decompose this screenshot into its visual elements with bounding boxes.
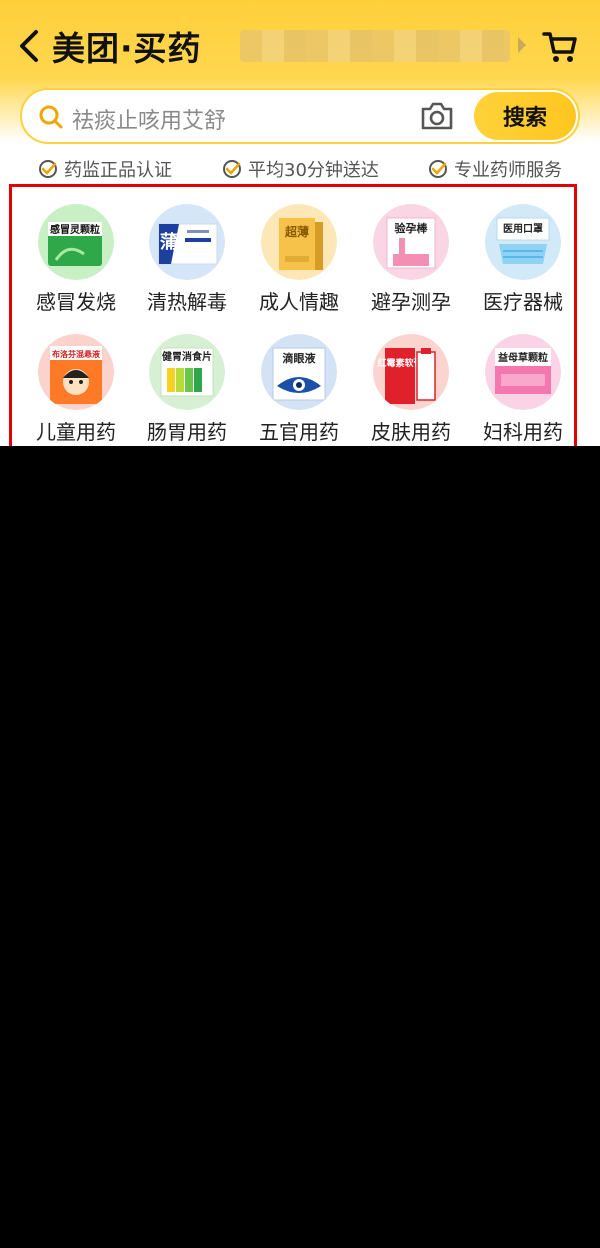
back-arrow-icon[interactable] <box>14 26 44 66</box>
category-highlight-frame <box>9 184 577 446</box>
badge-label: 平均30分钟送达 <box>248 160 379 181</box>
service-badges: 药监正品认证 平均30分钟送达 专业药师服务 <box>0 154 600 184</box>
page-title: 美团·买药 <box>52 29 202 68</box>
chevron-right-icon <box>518 37 526 53</box>
search-icon <box>39 105 63 129</box>
camera-icon[interactable] <box>420 101 454 131</box>
search-bar[interactable]: 祛痰止咳用艾舒 搜索 <box>20 88 580 144</box>
location-selector-blurred[interactable] <box>240 30 510 62</box>
check-circle-icon <box>223 160 241 178</box>
app-screen: 美团·买药 祛痰止咳用艾舒 搜索 药监正品认证 平均30分钟送达 专业药师服务 … <box>0 0 600 446</box>
top-bar: 美团·买药 <box>0 0 600 90</box>
cart-icon[interactable] <box>540 26 580 66</box>
badge-pharmacist: 专业药师服务 <box>428 154 562 184</box>
check-circle-icon <box>429 160 447 178</box>
badge-delivery: 平均30分钟送达 <box>222 154 379 184</box>
check-circle-icon <box>39 160 57 178</box>
search-input[interactable]: 祛痰止咳用艾舒 <box>72 103 226 135</box>
badge-authentic: 药监正品认证 <box>38 154 172 184</box>
badge-label: 专业药师服务 <box>454 160 562 181</box>
badge-label: 药监正品认证 <box>64 160 172 181</box>
search-button[interactable]: 搜索 <box>474 92 576 140</box>
